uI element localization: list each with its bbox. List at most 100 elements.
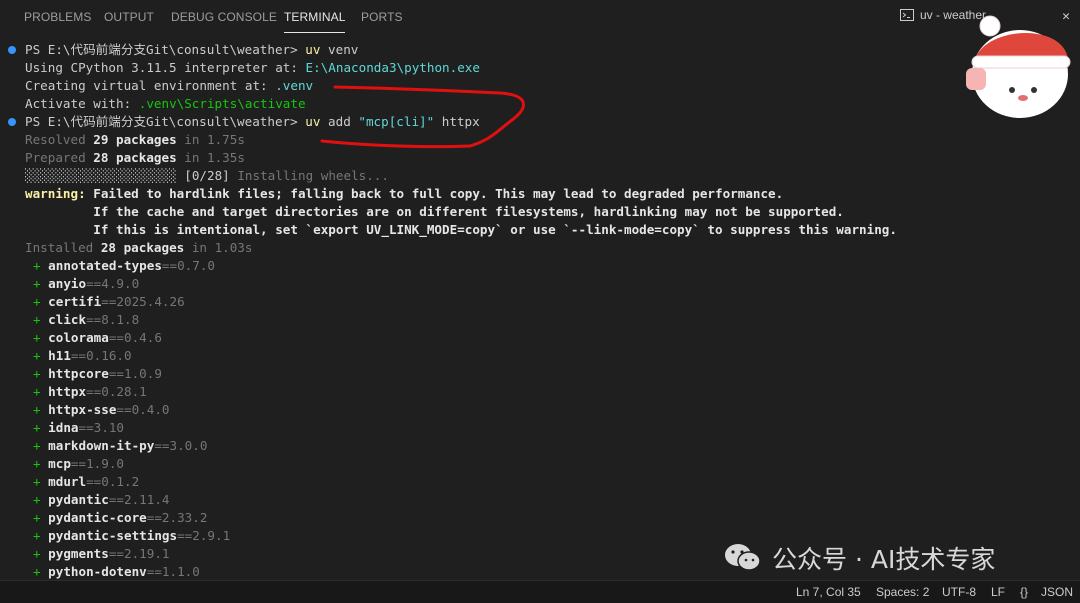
- tab-problems[interactable]: PROBLEMS: [24, 10, 92, 24]
- prompt: PS E:\代码前端分支Git\consult\weather>: [25, 42, 298, 57]
- package-name: mdurl: [48, 474, 87, 489]
- terminal-line: Installed 28 packages in 1.03s: [25, 239, 252, 257]
- package-added-marker: +: [33, 312, 49, 327]
- package-version: ==0.16.0: [70, 348, 132, 363]
- package-added-marker: +: [33, 456, 49, 471]
- warning-text: Failed to hardlink files; falling back t…: [85, 186, 784, 201]
- package-name: pydantic-core: [48, 510, 147, 525]
- package-added-marker: +: [33, 384, 49, 399]
- package-version: ==2025.4.26: [101, 294, 185, 309]
- package-name: pygments: [48, 546, 109, 561]
- package-version: ==2.9.1: [177, 528, 231, 543]
- package-added-marker: +: [33, 420, 49, 435]
- package-added-marker: +: [33, 492, 49, 507]
- package-name: pydantic: [48, 492, 109, 507]
- package-added-marker: +: [33, 366, 49, 381]
- warning-label: warning:: [25, 186, 86, 201]
- venv-path: .venv: [275, 78, 314, 93]
- command-args: venv: [320, 42, 359, 57]
- package-name: python-dotenv: [48, 564, 147, 579]
- tab-debug-console[interactable]: DEBUG CONSOLE: [171, 10, 277, 24]
- package-name: anyio: [48, 276, 87, 291]
- package-name: h11: [48, 348, 71, 363]
- package-added-marker: +: [33, 294, 49, 309]
- tab-output[interactable]: OUTPUT: [104, 10, 154, 24]
- package-row: + pydantic==2.11.4: [33, 491, 170, 509]
- prompt: PS E:\代码前端分支Git\consult\weather>: [25, 114, 298, 129]
- package-added-marker: +: [33, 330, 49, 345]
- package-name: colorama: [48, 330, 109, 345]
- package-name: annotated-types: [48, 258, 162, 273]
- package-name: markdown-it-py: [48, 438, 155, 453]
- eol-setting[interactable]: LF: [991, 585, 1005, 599]
- package-name: httpx-sse: [48, 402, 117, 417]
- terminal-line: PS E:\代码前端分支Git\consult\weather> uv add …: [25, 113, 480, 131]
- package-version: ==0.28.1: [86, 384, 147, 399]
- package-added-marker: +: [33, 348, 49, 363]
- panel-tab-bar: PROBLEMS OUTPUT DEBUG CONSOLE TERMINAL P…: [0, 0, 1080, 36]
- language-mode-icon: {}: [1020, 585, 1029, 599]
- output-text: in 1.35s: [176, 150, 245, 165]
- package-added-marker: +: [33, 474, 49, 489]
- package-row: + mcp==1.9.0: [33, 455, 124, 473]
- sticker-image: [966, 15, 1071, 118]
- language-mode[interactable]: JSON: [1041, 585, 1073, 599]
- output-text: in 1.75s: [176, 132, 245, 147]
- package-row: + idna==3.10: [33, 419, 124, 437]
- encoding-setting[interactable]: UTF-8: [942, 585, 976, 599]
- output-text: Prepared: [25, 150, 94, 165]
- cursor-position[interactable]: Ln 7, Col 35: [796, 585, 861, 599]
- package-row: + httpx-sse==0.4.0: [33, 401, 170, 419]
- package-name: click: [48, 312, 87, 327]
- output-text: in 1.03s: [184, 240, 253, 255]
- terminal-line: Prepared 28 packages in 1.35s: [25, 149, 245, 167]
- package-version: ==1.1.0: [146, 564, 200, 579]
- tab-terminal[interactable]: TERMINAL: [284, 10, 346, 33]
- output-text: Installed: [25, 240, 101, 255]
- output-text: Using CPython 3.11.5 interpreter at:: [25, 60, 306, 75]
- package-added-marker: +: [33, 564, 49, 579]
- command-program: uv: [305, 114, 321, 129]
- package-version: ==8.1.8: [86, 312, 140, 327]
- terminal-line: ░░░░░░░░░░░░░░░░░░░░ [0/28] Installing w…: [25, 167, 389, 185]
- package-row: + httpcore==1.0.9: [33, 365, 162, 383]
- package-name: mcp: [48, 456, 71, 471]
- command-decoration-icon: [8, 46, 16, 54]
- package-row: + python-dotenv==1.1.0: [33, 563, 200, 581]
- package-added-marker: +: [33, 510, 49, 525]
- package-version: ==1.0.9: [108, 366, 162, 381]
- indentation-setting[interactable]: Spaces: 2: [876, 585, 929, 599]
- command-args: add: [320, 114, 359, 129]
- tab-ports[interactable]: PORTS: [361, 10, 403, 24]
- package-added-marker: +: [33, 546, 49, 561]
- package-name: httpcore: [48, 366, 109, 381]
- package-added-marker: +: [33, 438, 49, 453]
- terminal-line: warning: Failed to hardlink files; falli…: [25, 185, 783, 203]
- package-row: + h11==0.16.0: [33, 347, 132, 365]
- terminal-icon: [899, 9, 914, 21]
- package-name: idna: [48, 420, 79, 435]
- terminal-output[interactable]: PS E:\代码前端分支Git\consult\weather> uv venv…: [0, 36, 1080, 581]
- package-version: ==3.0.0: [154, 438, 208, 453]
- package-row: + pygments==2.19.1: [33, 545, 170, 563]
- package-name: httpx: [48, 384, 87, 399]
- package-version: ==2.33.2: [146, 510, 208, 525]
- command-program: uv: [305, 42, 321, 57]
- package-version: ==3.10: [78, 420, 125, 435]
- package-version: ==4.9.0: [86, 276, 140, 291]
- output-text: Activate with:: [25, 96, 139, 111]
- command-args: httpx: [434, 114, 480, 129]
- package-version: ==0.7.0: [161, 258, 215, 273]
- package-row: + anyio==4.9.0: [33, 275, 139, 293]
- package-version: ==2.19.1: [108, 546, 170, 561]
- package-added-marker: +: [33, 402, 49, 417]
- terminal-line: Activate with: .venv\Scripts\activate: [25, 95, 306, 113]
- package-row: + httpx==0.28.1: [33, 383, 147, 401]
- terminal-line: Creating virtual environment at: .venv: [25, 77, 313, 95]
- interpreter-path: E:\Anaconda3\python.exe: [305, 60, 480, 75]
- wechat-icon: [725, 544, 761, 571]
- package-added-marker: +: [33, 276, 49, 291]
- package-version: ==2.11.4: [108, 492, 170, 507]
- package-name: certifi: [48, 294, 102, 309]
- status-bar: Ln 7, Col 35 Spaces: 2 UTF-8 LF {} JSON: [0, 580, 1080, 603]
